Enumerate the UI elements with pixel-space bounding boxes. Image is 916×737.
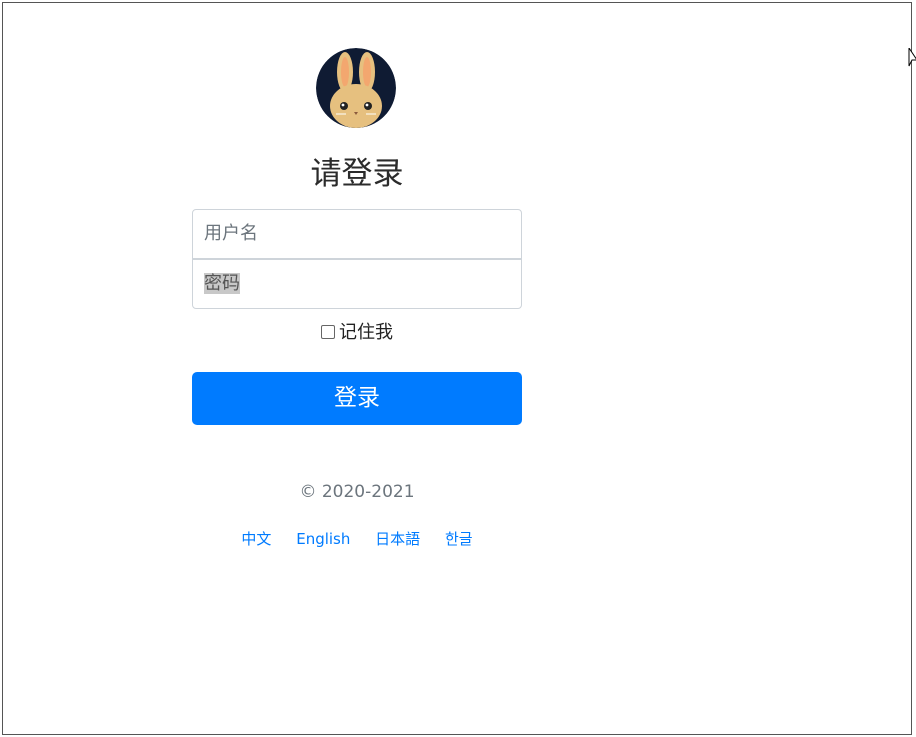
lang-link-chinese[interactable]: 中文 [241, 530, 271, 548]
remember-label: 记住我 [339, 322, 393, 343]
avatar [316, 48, 396, 128]
page-frame [2, 2, 912, 735]
login-button[interactable]: 登录 [192, 372, 522, 425]
remember-me[interactable]: 记住我 [192, 319, 522, 347]
mouse-cursor-icon [908, 48, 916, 67]
password-placeholder: 密码 [204, 273, 240, 294]
lang-link-korean[interactable]: 한글 [445, 530, 473, 548]
username-placeholder: 用户名 [204, 223, 258, 244]
language-links: 中文 English 日本語 한글 [192, 528, 522, 550]
lang-link-japanese[interactable]: 日本語 [375, 530, 420, 548]
copyright-text: © 2020-2021 [299, 482, 415, 502]
password-input[interactable]: 密码 [192, 259, 522, 309]
page-title: 请登录 [310, 156, 404, 192]
remember-checkbox[interactable] [321, 325, 335, 339]
lang-link-english[interactable]: English [296, 530, 350, 548]
username-input[interactable]: 用户名 [192, 209, 522, 259]
bunny-avatar-icon [316, 48, 396, 128]
